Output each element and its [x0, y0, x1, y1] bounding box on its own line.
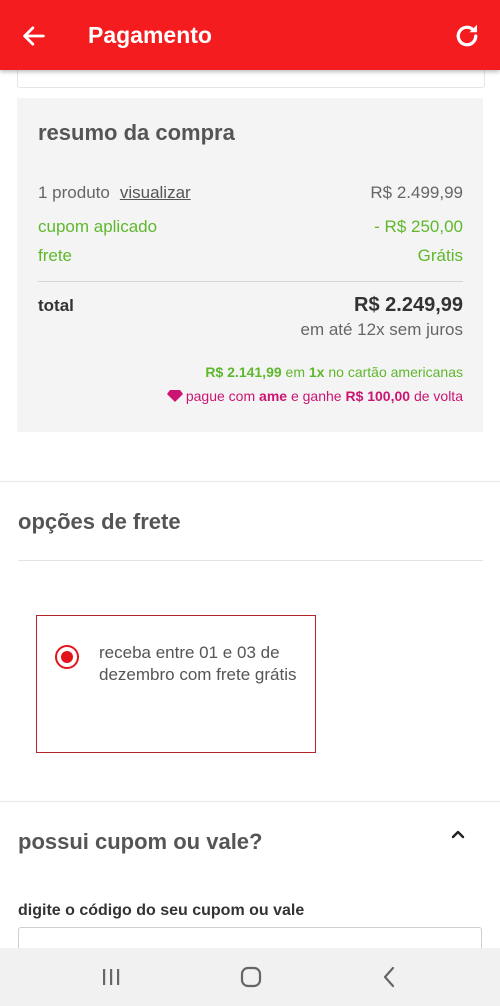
previous-card — [17, 70, 485, 88]
ame-brand: ame — [259, 388, 288, 404]
coupon-heading[interactable]: possui cupom ou vale? — [18, 829, 262, 855]
ame-offer-text: pague com — [185, 388, 260, 404]
diamond-icon — [166, 390, 183, 402]
summary-divider — [38, 281, 463, 282]
section-divider — [0, 801, 500, 802]
installments-text: em até 12x sem juros — [300, 320, 463, 339]
shipping-label: frete — [38, 246, 73, 265]
product-price: R$ 2.499,99 — [370, 183, 463, 202]
shipping-option-text: receba entre 01 e 03 de dezembro com fre… — [99, 643, 297, 684]
refresh-icon[interactable] — [452, 21, 482, 51]
recent-apps-icon[interactable] — [100, 967, 122, 987]
ame-cashback: R$ 100,00 — [345, 388, 411, 404]
page-title: Pagamento — [88, 22, 212, 48]
card-offer-text: em — [281, 364, 309, 380]
card-offer-text-2: no cartão americanas — [324, 364, 463, 380]
total-label: total — [38, 296, 74, 315]
system-nav-bar — [0, 948, 500, 1006]
coupon-input-label: digite o código do seu cupom ou vale — [18, 902, 305, 919]
app-bar: Pagamento — [0, 0, 500, 70]
product-count-label: 1 produto visualizar — [38, 183, 191, 203]
card-offer: R$ 2.141,99 em 1x no cartão americanas — [205, 364, 463, 380]
shipping-options-heading: opções de frete — [18, 509, 181, 534]
shipping-option-radio[interactable] — [55, 645, 79, 669]
home-icon[interactable] — [240, 966, 262, 988]
coupon-applied-label: cupom aplicado — [38, 217, 158, 236]
card-offer-amount: R$ 2.141,99 — [205, 364, 282, 380]
ame-offer-text-3: de volta — [410, 388, 463, 404]
total-value: R$ 2.249,99 — [354, 294, 463, 316]
shipping-option-card[interactable]: receba entre 01 e 03 de dezembro com fre… — [36, 615, 316, 753]
summary-heading: resumo da compra — [38, 120, 235, 145]
section-divider — [0, 481, 500, 482]
view-products-link[interactable]: visualizar — [120, 183, 191, 202]
shipping-divider — [18, 560, 483, 561]
shipping-value: Grátis — [417, 246, 463, 265]
back-icon[interactable] — [382, 966, 396, 988]
product-count: 1 produto — [38, 183, 110, 202]
ame-offer-text-2: e ganhe — [287, 388, 346, 404]
coupon-discount-value: - R$ 250,00 — [374, 217, 463, 236]
chevron-up-icon[interactable] — [450, 828, 466, 840]
card-offer-times: 1x — [308, 364, 325, 380]
purchase-summary-card: resumo da compra 1 produto visualizar R$ … — [17, 98, 483, 432]
arrow-left-icon[interactable] — [20, 22, 48, 50]
ame-offer: pague com ame e ganhe R$ 100,00 de volta — [166, 388, 463, 404]
